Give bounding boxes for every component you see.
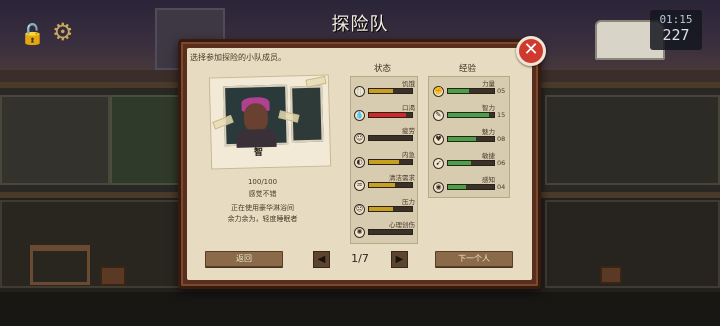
member-status-note: 余力余为，轻度睡眠者 — [227, 215, 298, 223]
member-mood: 感觉不错 — [248, 190, 277, 198]
experience-bar — [447, 88, 495, 94]
experience-bar-fill — [448, 161, 471, 165]
stat-bar — [368, 135, 413, 141]
member-name: 智 — [254, 148, 264, 158]
fatigue-icon: ☺ — [354, 133, 365, 144]
experience-bar-fill — [448, 113, 490, 117]
experience-bar-fill — [448, 185, 467, 189]
agility-icon: ➹ — [433, 158, 444, 169]
stat-label: 内急 — [402, 150, 415, 159]
trauma-icon: ✺ — [354, 227, 365, 238]
stat-bar-fill — [369, 183, 395, 187]
perception-icon: ◉ — [433, 182, 444, 193]
experience-label: 智力 — [482, 104, 495, 112]
stat-bar — [368, 205, 413, 212]
intellect-icon: ✎ — [433, 110, 444, 121]
stat-bar — [368, 229, 413, 235]
stat-label: 疲劳 — [402, 127, 415, 135]
stress-icon: ☹ — [354, 203, 365, 215]
experience-value: 15 — [497, 111, 506, 119]
experience-value: 08 — [497, 135, 506, 143]
close-button[interactable]: ✕ — [516, 36, 546, 66]
thirst-icon: 💧 — [354, 109, 365, 121]
room-storage — [0, 95, 110, 185]
experience-bar-fill — [448, 89, 469, 93]
crate — [100, 266, 126, 286]
next-member-button[interactable]: 下一个人 — [435, 251, 513, 267]
experience-bar — [447, 136, 495, 142]
stat-label: 饥饿 — [402, 80, 415, 88]
hunger-icon: 🍴 — [354, 86, 365, 97]
room-workshop — [545, 95, 720, 185]
room-dormitory — [0, 200, 180, 288]
bunk-bed — [30, 245, 90, 285]
experience-bar-fill — [448, 137, 476, 141]
experience-bar — [447, 160, 495, 166]
shelter-bottom — [0, 292, 720, 326]
member-activity: 正在使用豪华淋浴间 — [231, 204, 294, 212]
stats-header: 状态 — [374, 64, 392, 74]
next-member-arrow-button[interactable]: ▶ — [391, 251, 408, 268]
stat-bar-fill — [369, 112, 406, 117]
strength-icon: ✊ — [433, 86, 444, 97]
experience-header: 经验 — [459, 64, 477, 74]
experience-label: 敏捷 — [482, 152, 495, 160]
room-generator — [545, 200, 720, 288]
instruction-text: 选择参加探险的小队成员。 — [190, 53, 286, 62]
experience-label: 魅力 — [482, 128, 495, 136]
back-button[interactable]: 返回 — [205, 251, 283, 267]
stat-bar-fill — [369, 206, 393, 211]
toilet-icon: ◐ — [354, 156, 365, 168]
page-indicator: 1/7 — [351, 252, 369, 265]
stat-bar-fill — [369, 89, 393, 93]
experience-bar — [447, 184, 495, 190]
experience-label: 力量 — [482, 80, 495, 88]
stat-label: 压力 — [402, 197, 415, 206]
charm-icon: ♥ — [433, 134, 444, 145]
crate — [600, 266, 622, 284]
screen-title: 探险队 — [331, 14, 389, 35]
experience-value: 04 — [497, 183, 506, 191]
stat-bar — [368, 88, 413, 94]
experience-value: 06 — [497, 159, 506, 167]
stat-bar — [368, 111, 413, 118]
hygiene-icon: ♒ — [354, 180, 365, 191]
stat-label: 心理创伤 — [389, 221, 415, 229]
member-health: 100/100 — [247, 178, 278, 186]
member-portrait-card — [208, 74, 332, 170]
stat-bar — [368, 158, 413, 165]
experience-value: 05 — [497, 87, 506, 95]
portrait-head — [243, 103, 269, 132]
stat-label: 清洁需求 — [389, 174, 415, 182]
stat-bar — [368, 182, 413, 188]
stat-bar-fill — [369, 159, 400, 164]
prev-member-button[interactable]: ◀ — [313, 251, 330, 268]
room-garden — [110, 95, 180, 185]
experience-bar — [447, 112, 495, 118]
experience-label: 感知 — [482, 176, 495, 184]
stat-label: 口渴 — [402, 103, 415, 112]
